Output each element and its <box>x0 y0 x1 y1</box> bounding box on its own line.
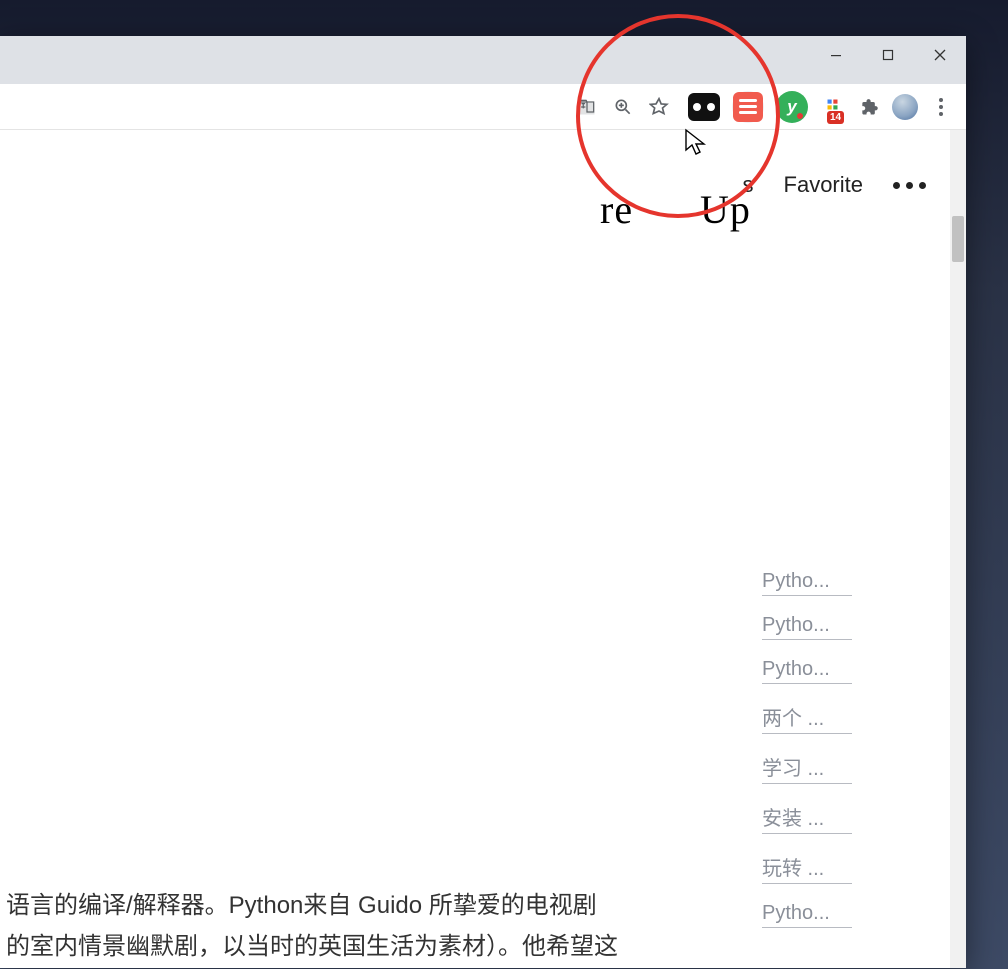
extension-3[interactable]: y <box>776 91 808 123</box>
toc-link[interactable]: 安装 ... <box>762 802 852 834</box>
toc-link[interactable]: 两个 ... <box>762 702 852 734</box>
browser-toolbar: y 14 <box>0 84 966 130</box>
translate-icon[interactable] <box>570 90 604 124</box>
page-top-nav: s Favorite <box>743 172 926 198</box>
toc-link[interactable]: Pytho... <box>762 658 852 684</box>
apps-badge: 14 <box>827 111 844 124</box>
apps-icon[interactable]: 14 <box>820 92 850 122</box>
pinned-extensions: y <box>682 88 814 126</box>
binoculars-icon <box>688 93 720 121</box>
toc-link[interactable]: Pytho... <box>762 614 852 640</box>
body-line: 的室内情景幽默剧，以当时的英国生活为素材）。他希望这 <box>6 927 640 968</box>
body-line: 语言的编译/解释器。Python来自 Guido 所挚爱的电视剧 <box>6 886 640 927</box>
heading-fragment-2: Up <box>700 186 751 233</box>
profile-avatar[interactable] <box>888 90 922 124</box>
toc-link[interactable]: Pytho... <box>762 570 852 596</box>
avatar-icon <box>892 94 918 120</box>
extensions-puzzle-icon[interactable] <box>852 90 886 124</box>
table-of-contents: Pytho... Pytho... Pytho... 两个 ... 学习 ...… <box>762 570 852 928</box>
zoom-icon[interactable] <box>606 90 640 124</box>
toc-link[interactable]: 玩转 ... <box>762 852 852 884</box>
scrollbar-thumb[interactable] <box>952 216 964 262</box>
heading-fragment-1: re <box>600 186 633 233</box>
window-controls <box>810 36 966 74</box>
maximize-button[interactable] <box>862 36 914 74</box>
article-body-fragment: 语言的编译/解释器。Python来自 Guido 所挚爱的电视剧 的室内情景幽默… <box>0 886 640 968</box>
close-button[interactable] <box>914 36 966 74</box>
browser-menu-button[interactable] <box>924 90 958 124</box>
kebab-icon <box>926 92 956 122</box>
scrollbar-track[interactable] <box>950 130 966 968</box>
minimize-button[interactable] <box>810 36 862 74</box>
title-bar <box>0 36 966 84</box>
toc-link[interactable]: 学习 ... <box>762 752 852 784</box>
nav-more-icon[interactable] <box>893 182 926 189</box>
extension-1[interactable] <box>688 91 720 123</box>
bookmark-star-icon[interactable] <box>642 90 676 124</box>
page-viewport: s Favorite re Up Pytho... Pytho... Pytho… <box>0 130 966 968</box>
browser-window: y 14 s Favorite re Up Pytho... Pytho... … <box>0 36 966 968</box>
toc-link[interactable]: Pytho... <box>762 902 852 928</box>
extension-2[interactable] <box>732 91 764 123</box>
y-extension-icon: y <box>776 91 808 123</box>
reader-icon <box>733 92 763 122</box>
nav-item-favorite[interactable]: Favorite <box>784 172 863 198</box>
